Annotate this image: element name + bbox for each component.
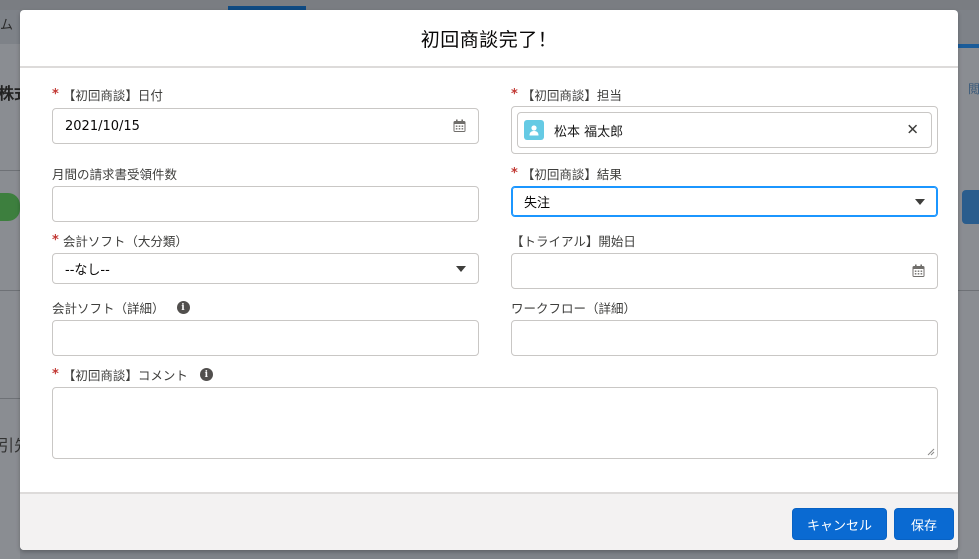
date-value: 2021/10/15 [65, 118, 140, 134]
background-green-path-step [0, 193, 20, 221]
cancel-button[interactable]: キャンセル [792, 508, 887, 540]
background-divider [0, 170, 20, 171]
selected-user-name: 松本 福太郎 [554, 124, 624, 140]
info-icon[interactable]: i [176, 301, 190, 314]
background-top-bar [0, 0, 979, 10]
first-meeting-date-label: * 【初回商談】日付 [52, 85, 163, 104]
background-left-panel [0, 44, 20, 559]
select-value: --なし-- [65, 263, 110, 278]
background-left-text: ム [0, 18, 14, 33]
label-text: 【初回商談】担当 [521, 88, 622, 103]
required-asterisk: * [52, 87, 59, 102]
first-meeting-result-label: * 【初回商談】結果 [511, 164, 622, 183]
label-text: 会計ソフト（大分類） [62, 234, 188, 249]
background-divider [958, 290, 979, 291]
modal-header: 初回商談完了！ [20, 10, 958, 68]
background-right-text: 閲 [968, 82, 979, 96]
monthly-invoice-count-label: 月間の請求書受領件数 [52, 164, 177, 183]
accounting-software-detail-label: 会計ソフト（詳細） i [52, 298, 190, 317]
select-value: 失注 [524, 196, 551, 211]
modal-dialog: 初回商談完了！ * 【初回商談】日付 2021/10/15 * 【初回商談】担当 [20, 10, 958, 550]
required-asterisk: * [511, 87, 518, 102]
accounting-software-category-select[interactable]: --なし-- [52, 253, 479, 284]
calendar-icon[interactable] [912, 264, 925, 278]
first-meeting-owner-label: * 【初回商談】担当 [511, 85, 622, 104]
calendar-icon[interactable] [453, 119, 466, 133]
required-asterisk: * [511, 166, 518, 181]
chevron-down-icon [456, 265, 466, 272]
modal-footer: キャンセル 保存 [20, 492, 958, 550]
background-right-panel [958, 44, 979, 559]
close-icon[interactable]: ✕ [906, 122, 919, 138]
first-meeting-comment-label: * 【初回商談】コメント i [52, 365, 213, 384]
info-icon[interactable]: i [199, 368, 213, 381]
required-asterisk: * [52, 233, 59, 248]
accounting-software-category-label: * 会計ソフト（大分類） [52, 231, 188, 250]
background-divider [0, 290, 20, 291]
user-avatar-icon [524, 120, 544, 140]
label-text: ワークフロー（詳細） [511, 301, 637, 316]
monthly-invoice-count-input[interactable] [52, 186, 479, 222]
first-meeting-comment-textarea[interactable] [52, 387, 938, 459]
background-right-button [962, 190, 979, 224]
resize-handle-icon[interactable] [927, 448, 935, 456]
label-text: 【トライアル】開始日 [511, 234, 636, 249]
label-text: 月間の請求書受領件数 [52, 167, 178, 182]
required-asterisk: * [52, 367, 59, 382]
first-meeting-date-input[interactable]: 2021/10/15 [52, 108, 479, 144]
background-divider [0, 398, 20, 399]
label-text: 【初回商談】結果 [521, 167, 622, 182]
label-text: 会計ソフト（詳細） [52, 301, 165, 316]
trial-start-date-label: 【トライアル】開始日 [511, 231, 636, 250]
first-meeting-result-select[interactable]: 失注 [511, 186, 938, 217]
modal-body: * 【初回商談】日付 2021/10/15 * 【初回商談】担当 松本 福太郎 … [20, 68, 958, 492]
chevron-down-icon [915, 198, 925, 205]
trial-start-date-input[interactable] [511, 253, 938, 289]
accounting-software-detail-input[interactable] [52, 320, 479, 356]
background-right-accent [958, 44, 979, 48]
save-button[interactable]: 保存 [894, 508, 954, 540]
label-text: 【初回商談】日付 [62, 88, 163, 103]
modal-title: 初回商談完了！ [420, 28, 558, 51]
first-meeting-owner-lookup[interactable]: 松本 福太郎 ✕ [511, 106, 938, 154]
workflow-detail-label: ワークフロー（詳細） [511, 298, 636, 317]
selected-user-pill[interactable]: 松本 福太郎 ✕ [517, 112, 932, 148]
label-text: 【初回商談】コメント [62, 368, 188, 383]
workflow-detail-input[interactable] [511, 320, 938, 356]
